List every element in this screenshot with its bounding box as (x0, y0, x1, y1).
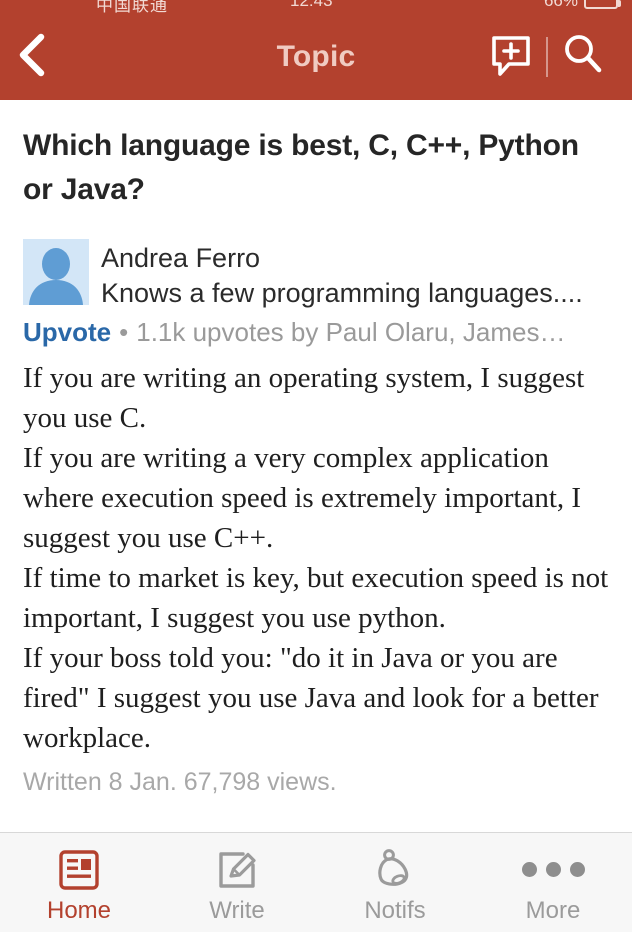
pencil-square-icon (215, 847, 259, 893)
navigation-bar: Topic (0, 14, 632, 100)
status-bar: 中国联通 12:43 66% (0, 0, 632, 14)
author-name[interactable]: Andrea Ferro (101, 241, 609, 276)
navbar-actions (480, 26, 614, 88)
tab-label-write: Write (209, 896, 265, 924)
answer-paragraph: If you are writing a very complex applic… (23, 441, 582, 554)
search-icon (560, 32, 606, 83)
ellipsis-dot (569, 862, 585, 877)
battery-icon (584, 0, 621, 9)
tab-write[interactable]: Write (158, 833, 316, 932)
answer-content: Which language is best, C, C++, Python o… (0, 100, 632, 832)
ellipsis-icon (521, 847, 585, 893)
author-row[interactable]: Andrea Ferro Knows a few programming lan… (23, 239, 609, 311)
answer-paragraph: If your boss told you: "do it in Java or… (23, 641, 599, 754)
tab-notifs[interactable]: Notifs (316, 833, 474, 932)
answer-meta-row: Upvote • 1.1k upvotes by Paul Olaru, Jam… (23, 317, 609, 348)
author-text: Andrea Ferro Knows a few programming lan… (101, 239, 609, 311)
tab-label-home: Home (46, 896, 112, 924)
bottom-tab-bar: Home Write Notifs More (0, 832, 632, 932)
bell-icon (374, 847, 416, 893)
default-user-avatar-icon (23, 239, 89, 305)
tab-label-more: More (525, 896, 581, 924)
avatar[interactable] (23, 239, 89, 305)
status-battery-area: 66% (543, 0, 621, 11)
answer-paragraph: If time to market is key, but execution … (23, 561, 609, 634)
meta-separator: • (119, 316, 129, 347)
upvote-button[interactable]: Upvote (23, 317, 111, 348)
tab-home[interactable]: Home (0, 833, 158, 932)
chevron-left-icon (14, 32, 48, 83)
answer-footer-meta: Written 8 Jan. 67,798 views. (23, 767, 337, 796)
status-battery-percent: 66% (543, 0, 578, 10)
add-question-button[interactable] (480, 26, 542, 88)
question-title[interactable]: Which language is best, C, C++, Python o… (23, 100, 609, 211)
ellipsis-dot (521, 862, 537, 877)
upvoters-text[interactable]: 1.1k upvotes by Paul Olaru, James… (136, 317, 565, 348)
answer-paragraph: If you are writing an operating system, … (23, 361, 585, 434)
status-clock: 12:43 (290, 0, 333, 10)
answer-body: If you are writing an operating system, … (23, 358, 609, 758)
navbar-divider (546, 37, 548, 77)
tab-more[interactable]: More (474, 833, 632, 932)
ellipsis-dot (545, 862, 561, 877)
newspaper-icon (58, 847, 100, 893)
quora-topic-screen: 中国联通 12:43 66% Topic Which language is b… (0, 0, 632, 932)
back-button[interactable] (14, 29, 62, 85)
add-question-bubble-icon (489, 33, 533, 82)
status-carrier: 中国联通 (96, 0, 168, 14)
search-button[interactable] (552, 26, 614, 88)
author-credential[interactable]: Knows a few programming languages.... (101, 276, 609, 311)
tab-label-notifs: Notifs (364, 896, 426, 924)
